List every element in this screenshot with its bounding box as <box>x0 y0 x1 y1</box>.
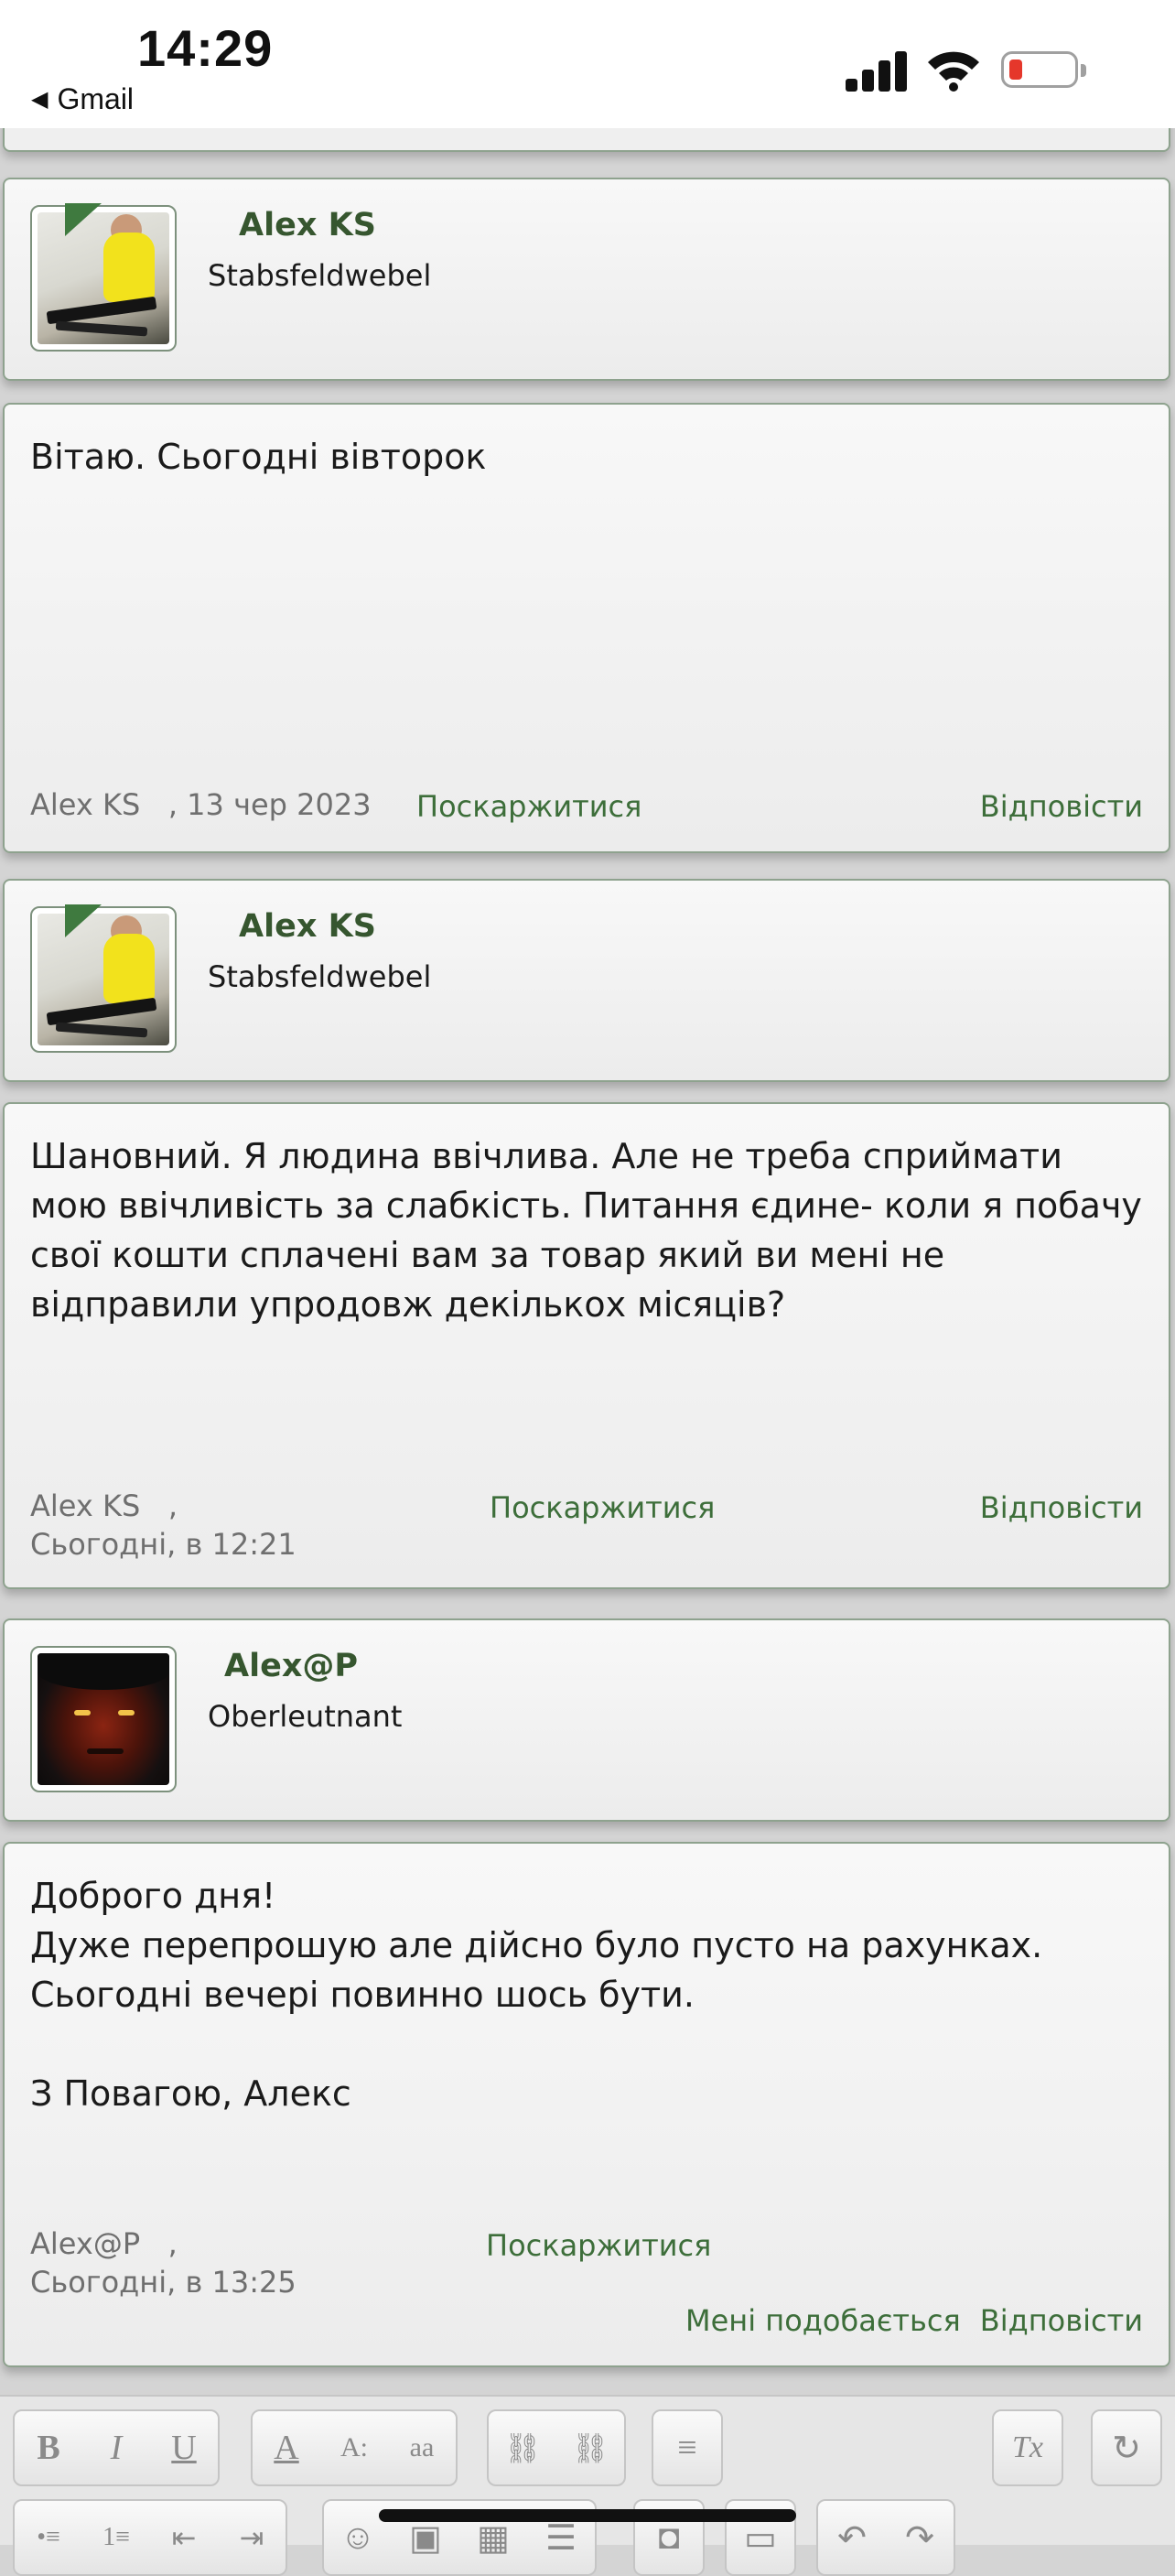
message-line: Сьогодні вечері повинно шось бути. <box>30 1975 695 2015</box>
unlink-icon[interactable]: ⛓ <box>556 2411 624 2484</box>
list-group: •≡ 1≡ ⇤ ⇥ <box>13 2499 287 2576</box>
avatar[interactable] <box>30 205 177 352</box>
post-author-link[interactable]: Alex KS <box>30 787 140 822</box>
numbered-list-icon[interactable]: 1≡ <box>82 2501 150 2574</box>
post-message: Доброго дня! Дуже перепрошую але дійсно … <box>30 1871 1143 2118</box>
font-family-icon[interactable]: aa <box>388 2411 456 2484</box>
message-line: Вітаю. Сьогодні вівторок <box>30 437 487 477</box>
toggle-source-icon[interactable]: ↻ <box>1093 2411 1160 2484</box>
outdent-icon[interactable]: ⇤ <box>150 2501 218 2574</box>
battery-icon <box>1001 51 1086 88</box>
indent-icon[interactable]: ⇥ <box>218 2501 286 2574</box>
avatar[interactable] <box>30 1646 177 1792</box>
text-style-group: B I U <box>13 2409 220 2486</box>
report-link[interactable]: Поскаржитися <box>416 789 641 824</box>
message-line: Шановний. Я людина ввічлива. Але не треб… <box>30 1136 1142 1325</box>
italic-icon[interactable]: I <box>82 2411 150 2484</box>
meta-separator: , <box>167 2226 178 2261</box>
back-to-app-link[interactable]: ◀ Gmail <box>31 82 134 116</box>
post-message: Вітаю. Сьогодні вівторок <box>30 432 1143 482</box>
child-with-rifles-photo <box>38 914 169 1045</box>
child-with-rifles-photo <box>38 212 169 344</box>
editor-toolbar: B I U A A: aa ⛓ ⛓ ≡ Tx ↻ •≡ 1≡ ⇤ ⇥ ☺ ▣ ▦… <box>0 2395 1175 2576</box>
avatar[interactable] <box>30 906 177 1053</box>
reply-link[interactable]: Відповісти <box>980 2303 1143 2338</box>
report-link[interactable]: Поскаржитися <box>486 2228 711 2263</box>
wifi-icon <box>928 51 979 92</box>
post-date[interactable]: Сьогодні, в 13:25 <box>30 2263 296 2301</box>
post-message-card: Вітаю. Сьогодні вівторок Alex KS , 13 че… <box>3 403 1170 853</box>
post-author-card: Alex KS Stabsfeldwebel <box>3 178 1170 381</box>
online-flag-icon <box>65 904 102 937</box>
redo-icon[interactable]: ↷ <box>886 2501 954 2574</box>
post-meta: Alex KS , 13 чер 2023 <box>30 785 372 824</box>
author-name[interactable]: Alex KS <box>239 207 376 244</box>
post-date[interactable]: , 13 чер 2023 <box>168 787 372 822</box>
like-link[interactable]: Мені подобається <box>685 2303 961 2338</box>
status-bar: 14:29 ◀ Gmail <box>0 0 1175 128</box>
underline-icon[interactable]: U <box>150 2411 218 2484</box>
font-group: A A: aa <box>251 2409 458 2486</box>
message-line: Доброго дня! <box>30 1876 276 1916</box>
report-link[interactable]: Поскаржитися <box>490 1490 715 1525</box>
remove-format-group: Tx <box>992 2409 1063 2486</box>
align-group: ≡ <box>652 2409 723 2486</box>
home-indicator[interactable] <box>379 2509 796 2522</box>
undo-icon[interactable]: ↶ <box>818 2501 886 2574</box>
bullet-list-icon[interactable]: •≡ <box>15 2501 82 2574</box>
online-flag-icon <box>65 203 102 236</box>
post-meta: Alex KS , Сьогодні, в 12:21 <box>30 1487 296 1564</box>
link-group: ⛓ ⛓ <box>487 2409 626 2486</box>
post-message-card: Шановний. Я людина ввічлива. Але не треб… <box>3 1102 1170 1589</box>
font-size-icon[interactable]: A: <box>320 2411 388 2484</box>
post-author-link[interactable]: Alex KS <box>30 1488 140 1523</box>
author-rank: Stabsfeldwebel <box>208 258 432 293</box>
back-triangle-icon: ◀ <box>31 87 49 112</box>
history-group: ↶ ↷ <box>816 2499 955 2576</box>
post-date[interactable]: Сьогодні, в 12:21 <box>30 1525 296 1564</box>
reply-link[interactable]: Відповісти <box>980 789 1143 824</box>
author-rank: Oberleutnant <box>208 1699 403 1734</box>
cellular-signal-icon <box>846 46 908 92</box>
post-author-card: Alex@P Oberleutnant <box>3 1618 1170 1822</box>
post-message: Шановний. Я людина ввічлива. Але не треб… <box>30 1131 1143 1329</box>
post-author-card: Alex KS Stabsfeldwebel <box>3 879 1170 1082</box>
status-time: 14:29 <box>137 19 274 77</box>
link-icon[interactable]: ⛓ <box>489 2411 556 2484</box>
back-app-label: Gmail <box>57 82 135 115</box>
post-meta: Alex@P , Сьогодні, в 13:25 <box>30 2224 296 2301</box>
author-name[interactable]: Alex@P <box>224 1648 358 1684</box>
meta-separator: , <box>167 1488 178 1523</box>
post-author-link[interactable]: Alex@P <box>30 2226 140 2261</box>
message-line: З Повагою, Алекс <box>30 2073 351 2114</box>
reply-link[interactable]: Відповісти <box>980 1490 1143 1525</box>
text-color-icon[interactable]: A <box>253 2411 320 2484</box>
author-name[interactable]: Alex KS <box>239 908 376 945</box>
align-icon[interactable]: ≡ <box>653 2411 721 2484</box>
post-message-card: Доброго дня! Дуже перепрошую але дійсно … <box>3 1842 1170 2367</box>
author-rank: Stabsfeldwebel <box>208 959 432 994</box>
bold-icon[interactable]: B <box>15 2411 82 2484</box>
sith-face-photo <box>38 1653 169 1785</box>
message-line <box>30 2019 1143 2069</box>
message-line: Дуже перепрошую але дійсно було пусто на… <box>30 1925 1043 1965</box>
remove-format-icon[interactable]: Tx <box>994 2411 1062 2484</box>
toggle-source-group: ↻ <box>1091 2409 1162 2486</box>
